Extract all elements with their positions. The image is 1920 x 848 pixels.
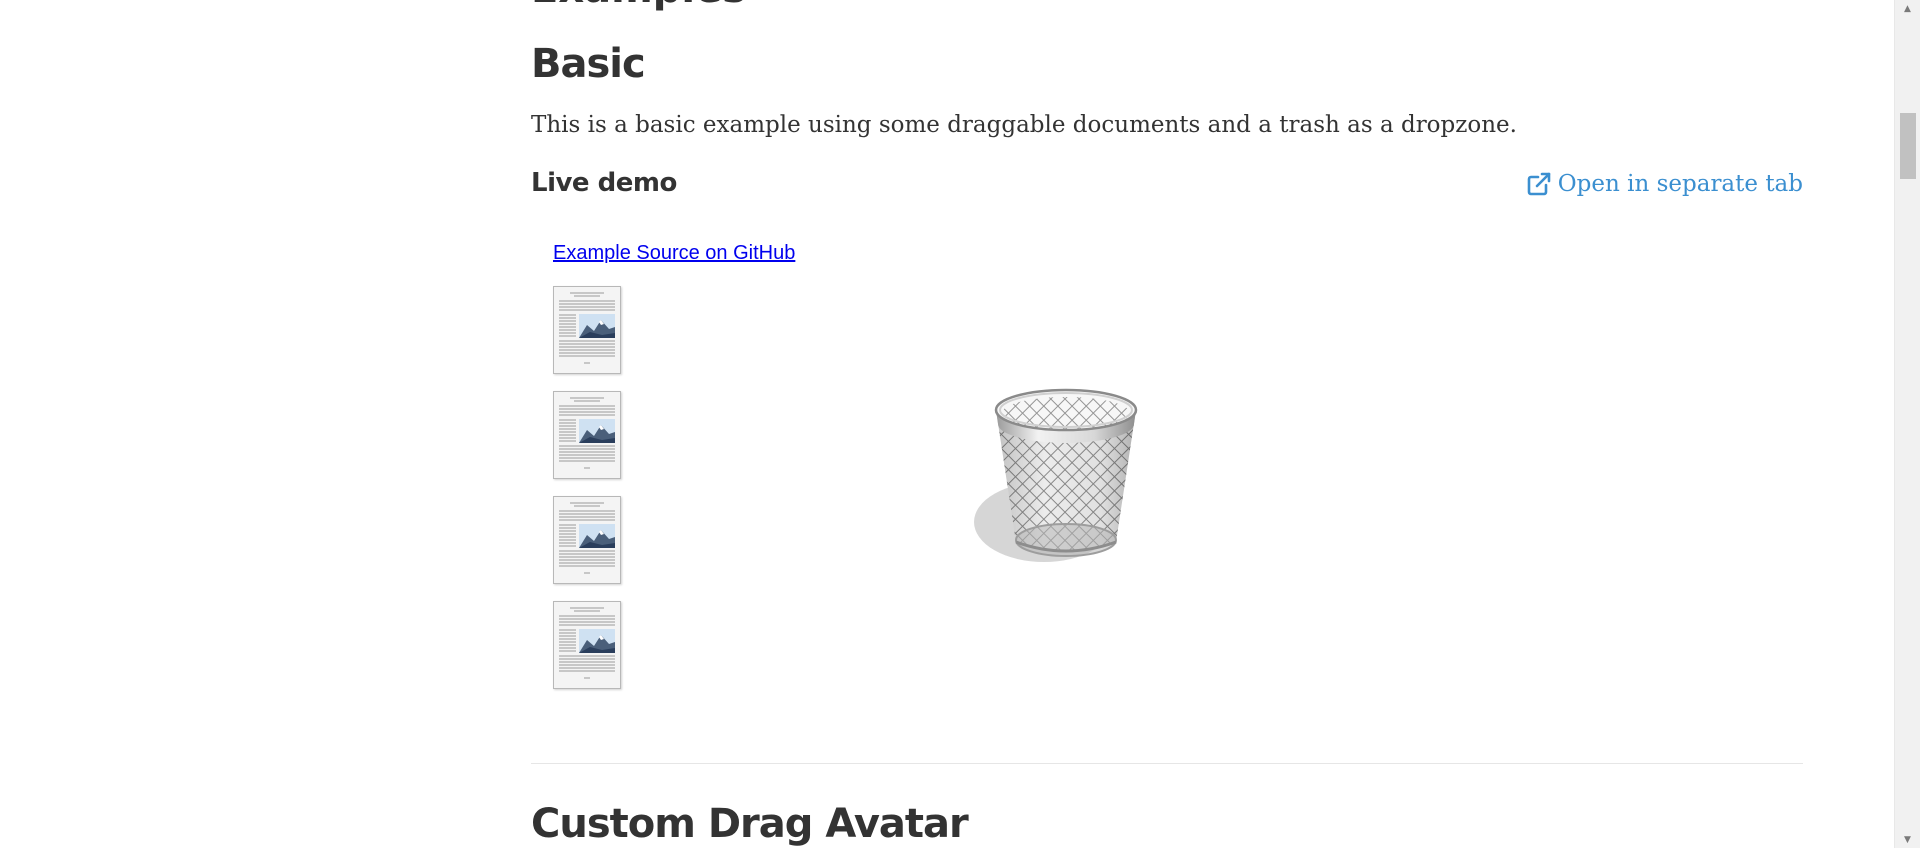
open-in-separate-tab-link[interactable]: Open in separate tab bbox=[1526, 168, 1803, 200]
draggable-document-2[interactable] bbox=[553, 391, 621, 479]
draggable-document-4[interactable] bbox=[553, 601, 621, 689]
trash-can-icon bbox=[974, 388, 1138, 562]
github-source-link[interactable]: Example Source on GitHub bbox=[553, 242, 795, 265]
page: Examples Basic This is a basic example u… bbox=[0, 0, 1920, 848]
external-link-icon bbox=[1527, 172, 1551, 196]
scroll-up-arrow-icon[interactable]: ▲ bbox=[1895, 0, 1920, 17]
scrollbar-thumb[interactable] bbox=[1900, 113, 1916, 179]
vertical-scrollbar[interactable]: ▲ ▼ bbox=[1894, 0, 1920, 848]
document-thumbnail-icon bbox=[559, 607, 615, 679]
document-thumbnail-icon bbox=[559, 292, 615, 364]
open-in-separate-tab-label: Open in separate tab bbox=[1557, 171, 1803, 197]
next-section-title: Custom Drag Avatar bbox=[531, 801, 969, 847]
document-thumbnail-icon bbox=[559, 502, 615, 574]
section-divider bbox=[531, 763, 1803, 764]
draggable-document-1[interactable] bbox=[553, 286, 621, 374]
section-description: This is a basic example using some dragg… bbox=[531, 112, 1517, 138]
live-demo-frame: Example Source on GitHub bbox=[531, 228, 1803, 708]
page-heading-cut: Examples bbox=[531, 0, 746, 12]
draggable-document-3[interactable] bbox=[553, 496, 621, 584]
section-title: Basic bbox=[531, 41, 646, 87]
live-demo-heading: Live demo bbox=[531, 168, 677, 198]
scroll-down-arrow-icon[interactable]: ▼ bbox=[1895, 831, 1920, 848]
document-thumbnail-icon bbox=[559, 397, 615, 469]
trash-dropzone[interactable] bbox=[966, 370, 1166, 570]
